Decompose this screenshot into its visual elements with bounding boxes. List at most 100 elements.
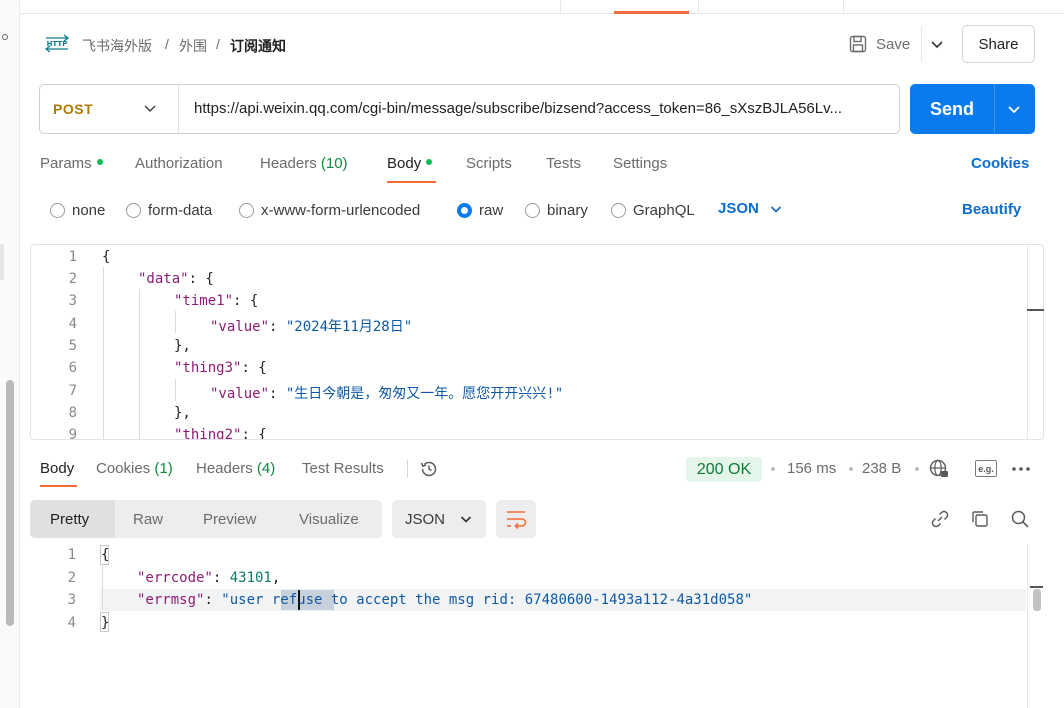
- tab-label: Cookies: [96, 460, 151, 477]
- radio-button[interactable]: [611, 202, 626, 218]
- breadcrumb-workspace[interactable]: 飞书海外版: [82, 36, 152, 56]
- send-split-divider: [994, 84, 995, 134]
- radio-button[interactable]: [525, 202, 540, 218]
- send-button[interactable]: Send: [910, 84, 994, 134]
- json-string: "生日今朝是，匆匆又一年。愿您开开兴兴!": [285, 386, 564, 402]
- chevron-down-icon[interactable]: [1006, 101, 1022, 117]
- editor-scroll-marker: [1027, 309, 1044, 311]
- body-format-select[interactable]: JSON: [718, 200, 783, 217]
- radio-button-selected[interactable]: [457, 202, 472, 218]
- wrap-lines-button[interactable]: [496, 500, 536, 538]
- left-edge-marker: [0, 244, 4, 280]
- body-type-raw[interactable]: raw: [457, 200, 503, 220]
- tab-headers[interactable]: Headers (10): [260, 155, 348, 172]
- editor-scroll-track[interactable]: [1027, 544, 1028, 708]
- breadcrumb-folder[interactable]: 外围: [179, 36, 207, 56]
- editor-scroll-marker: [1030, 586, 1043, 588]
- line-number: 4: [67, 615, 76, 631]
- more-options-icon[interactable]: [1010, 460, 1032, 478]
- json-punct: :: [269, 386, 286, 402]
- json-punct: :: [269, 319, 286, 335]
- tab-label: Headers: [196, 460, 253, 477]
- sidebar-scrollbar[interactable]: [6, 380, 14, 626]
- line-number: 8: [68, 405, 77, 421]
- json-punct: :: [204, 592, 222, 608]
- save-split-divider: [921, 26, 922, 62]
- save-button[interactable]: Save: [848, 32, 910, 56]
- breadcrumb-current-request[interactable]: 订阅通知: [230, 36, 286, 56]
- code-line: {: [101, 547, 110, 563]
- active-request-tab-indicator[interactable]: [614, 11, 689, 14]
- cookies-link[interactable]: Cookies: [971, 155, 1029, 172]
- link-icon[interactable]: [929, 508, 951, 530]
- response-tab-headers[interactable]: Headers (4): [196, 460, 275, 477]
- radio-button[interactable]: [239, 202, 254, 218]
- tab-label: Headers: [260, 155, 317, 172]
- code-line: {: [102, 249, 111, 265]
- view-visualize[interactable]: Visualize: [299, 500, 359, 538]
- tab-divider: [407, 460, 408, 478]
- body-type-graphql[interactable]: GraphQL: [611, 200, 695, 220]
- line-number: 3: [68, 293, 77, 309]
- method-divider: [178, 85, 179, 133]
- line-number: 4: [68, 316, 77, 332]
- share-button[interactable]: Share: [962, 25, 1035, 63]
- tab-authorization[interactable]: Authorization: [135, 155, 223, 172]
- tab-params[interactable]: Params: [40, 155, 103, 172]
- response-time[interactable]: 156 ms: [787, 460, 836, 477]
- status-badge[interactable]: 200 OK: [686, 457, 762, 482]
- view-preview[interactable]: Preview: [203, 500, 256, 538]
- json-key: "thing2": [174, 427, 242, 440]
- response-size[interactable]: 238 B: [862, 460, 901, 477]
- tab-count: (1): [154, 460, 173, 477]
- indent-guide: [139, 289, 140, 439]
- tab-count: (4): [256, 460, 276, 477]
- tab-scripts[interactable]: Scripts: [466, 155, 512, 172]
- copy-icon[interactable]: [969, 508, 991, 530]
- tab-strip-border: [20, 13, 1064, 14]
- tab-settings[interactable]: Settings: [613, 155, 667, 172]
- left-edge-icon[interactable]: [2, 34, 8, 40]
- json-number: 43101: [229, 570, 272, 586]
- tab-divider: [843, 0, 844, 13]
- tab-tests[interactable]: Tests: [546, 155, 581, 172]
- network-globe-icon[interactable]: [928, 458, 950, 480]
- response-format-select[interactable]: JSON: [392, 500, 486, 538]
- tab-body[interactable]: Body: [387, 155, 433, 172]
- history-icon[interactable]: [418, 458, 440, 480]
- response-format-label: JSON: [404, 510, 445, 528]
- json-string: "2024年11月28日": [285, 319, 413, 335]
- http-method-select[interactable]: POST: [53, 101, 93, 117]
- body-type-none[interactable]: none: [50, 200, 105, 220]
- line-number: 5: [68, 338, 77, 354]
- url-input[interactable]: https://api.weixin.qq.com/cgi-bin/messag…: [194, 100, 890, 117]
- view-pretty[interactable]: Pretty: [50, 500, 89, 538]
- response-tab-body[interactable]: Body: [40, 460, 74, 477]
- save-as-example-icon[interactable]: e.g.: [975, 460, 997, 477]
- search-icon[interactable]: [1009, 508, 1031, 530]
- editor-scroll-track[interactable]: [1027, 244, 1028, 440]
- body-type-urlencoded[interactable]: x-www-form-urlencoded: [239, 200, 420, 220]
- response-body-editor[interactable]: 1 { 2 "errcode": 43101, 3 "errmsg": "use…: [30, 544, 1027, 708]
- request-body-editor[interactable]: 1 { 2 "data": { 3 "time1": { 4 "value": …: [30, 244, 1044, 440]
- line-number: 1: [67, 547, 76, 563]
- json-key: "value": [210, 386, 270, 402]
- chevron-down-icon[interactable]: [142, 100, 158, 116]
- chevron-down-icon[interactable]: [927, 34, 947, 54]
- breadcrumb-separator: /: [216, 36, 220, 52]
- svg-text:HTTP: HTTP: [47, 40, 68, 48]
- body-type-binary[interactable]: binary: [525, 200, 588, 220]
- radio-button[interactable]: [126, 202, 141, 218]
- save-icon: [849, 35, 867, 53]
- body-type-form-data[interactable]: form-data: [126, 200, 212, 220]
- response-tab-test-results[interactable]: Test Results: [302, 460, 384, 477]
- response-scrollbar[interactable]: [1033, 589, 1041, 611]
- beautify-button[interactable]: Beautify: [962, 201, 1021, 218]
- indent-guide: [103, 267, 104, 439]
- radio-label: x-www-form-urlencoded: [261, 201, 421, 219]
- indent-guide: [175, 311, 176, 333]
- breadcrumb-separator: /: [165, 36, 169, 52]
- radio-button[interactable]: [50, 202, 65, 218]
- view-raw[interactable]: Raw: [133, 500, 163, 538]
- response-tab-cookies[interactable]: Cookies (1): [96, 460, 173, 477]
